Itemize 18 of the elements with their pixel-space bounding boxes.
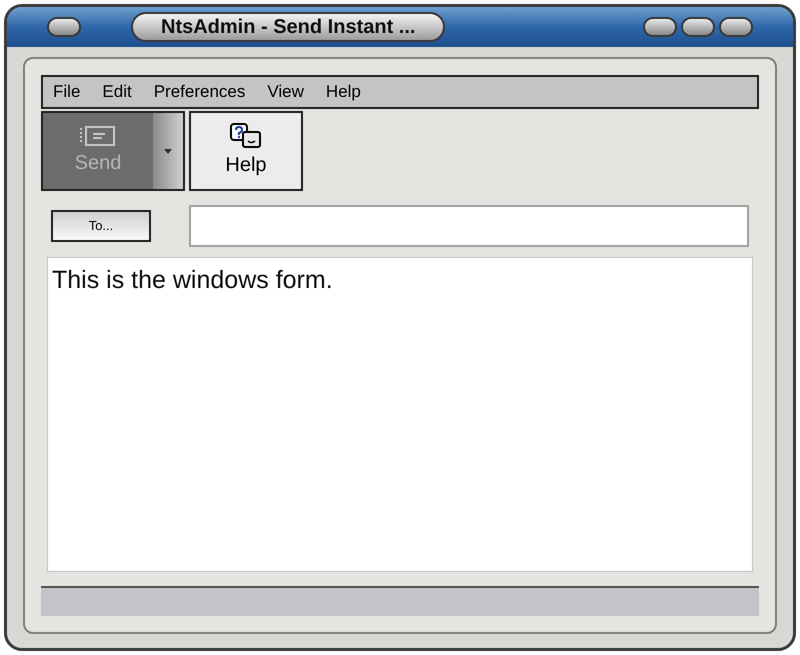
- envelope-icon: [78, 124, 118, 148]
- toolbar-button[interactable]: Help: [189, 111, 303, 191]
- to-button[interactable]: To...: [51, 210, 151, 242]
- recipient-field[interactable]: [189, 205, 749, 247]
- window-title: NtsAdmin - Send Instant ...: [131, 12, 446, 42]
- message-area[interactable]: This is the windows form.: [47, 257, 753, 572]
- menu-item[interactable]: Preferences: [154, 79, 246, 105]
- message-text: This is the windows form.: [52, 265, 334, 296]
- menu-item[interactable]: Edit: [102, 79, 132, 105]
- menu-item[interactable]: File: [53, 79, 80, 105]
- round-button[interactable]: [681, 17, 715, 37]
- menu-item[interactable]: View: [267, 79, 304, 105]
- round-button[interactable]: [719, 17, 753, 37]
- dropdown-icon: [164, 148, 172, 154]
- help-chat-icon: [229, 122, 263, 150]
- round-button[interactable]: [643, 17, 677, 37]
- round-button[interactable]: [47, 17, 81, 37]
- menu-item[interactable]: Help: [326, 79, 361, 105]
